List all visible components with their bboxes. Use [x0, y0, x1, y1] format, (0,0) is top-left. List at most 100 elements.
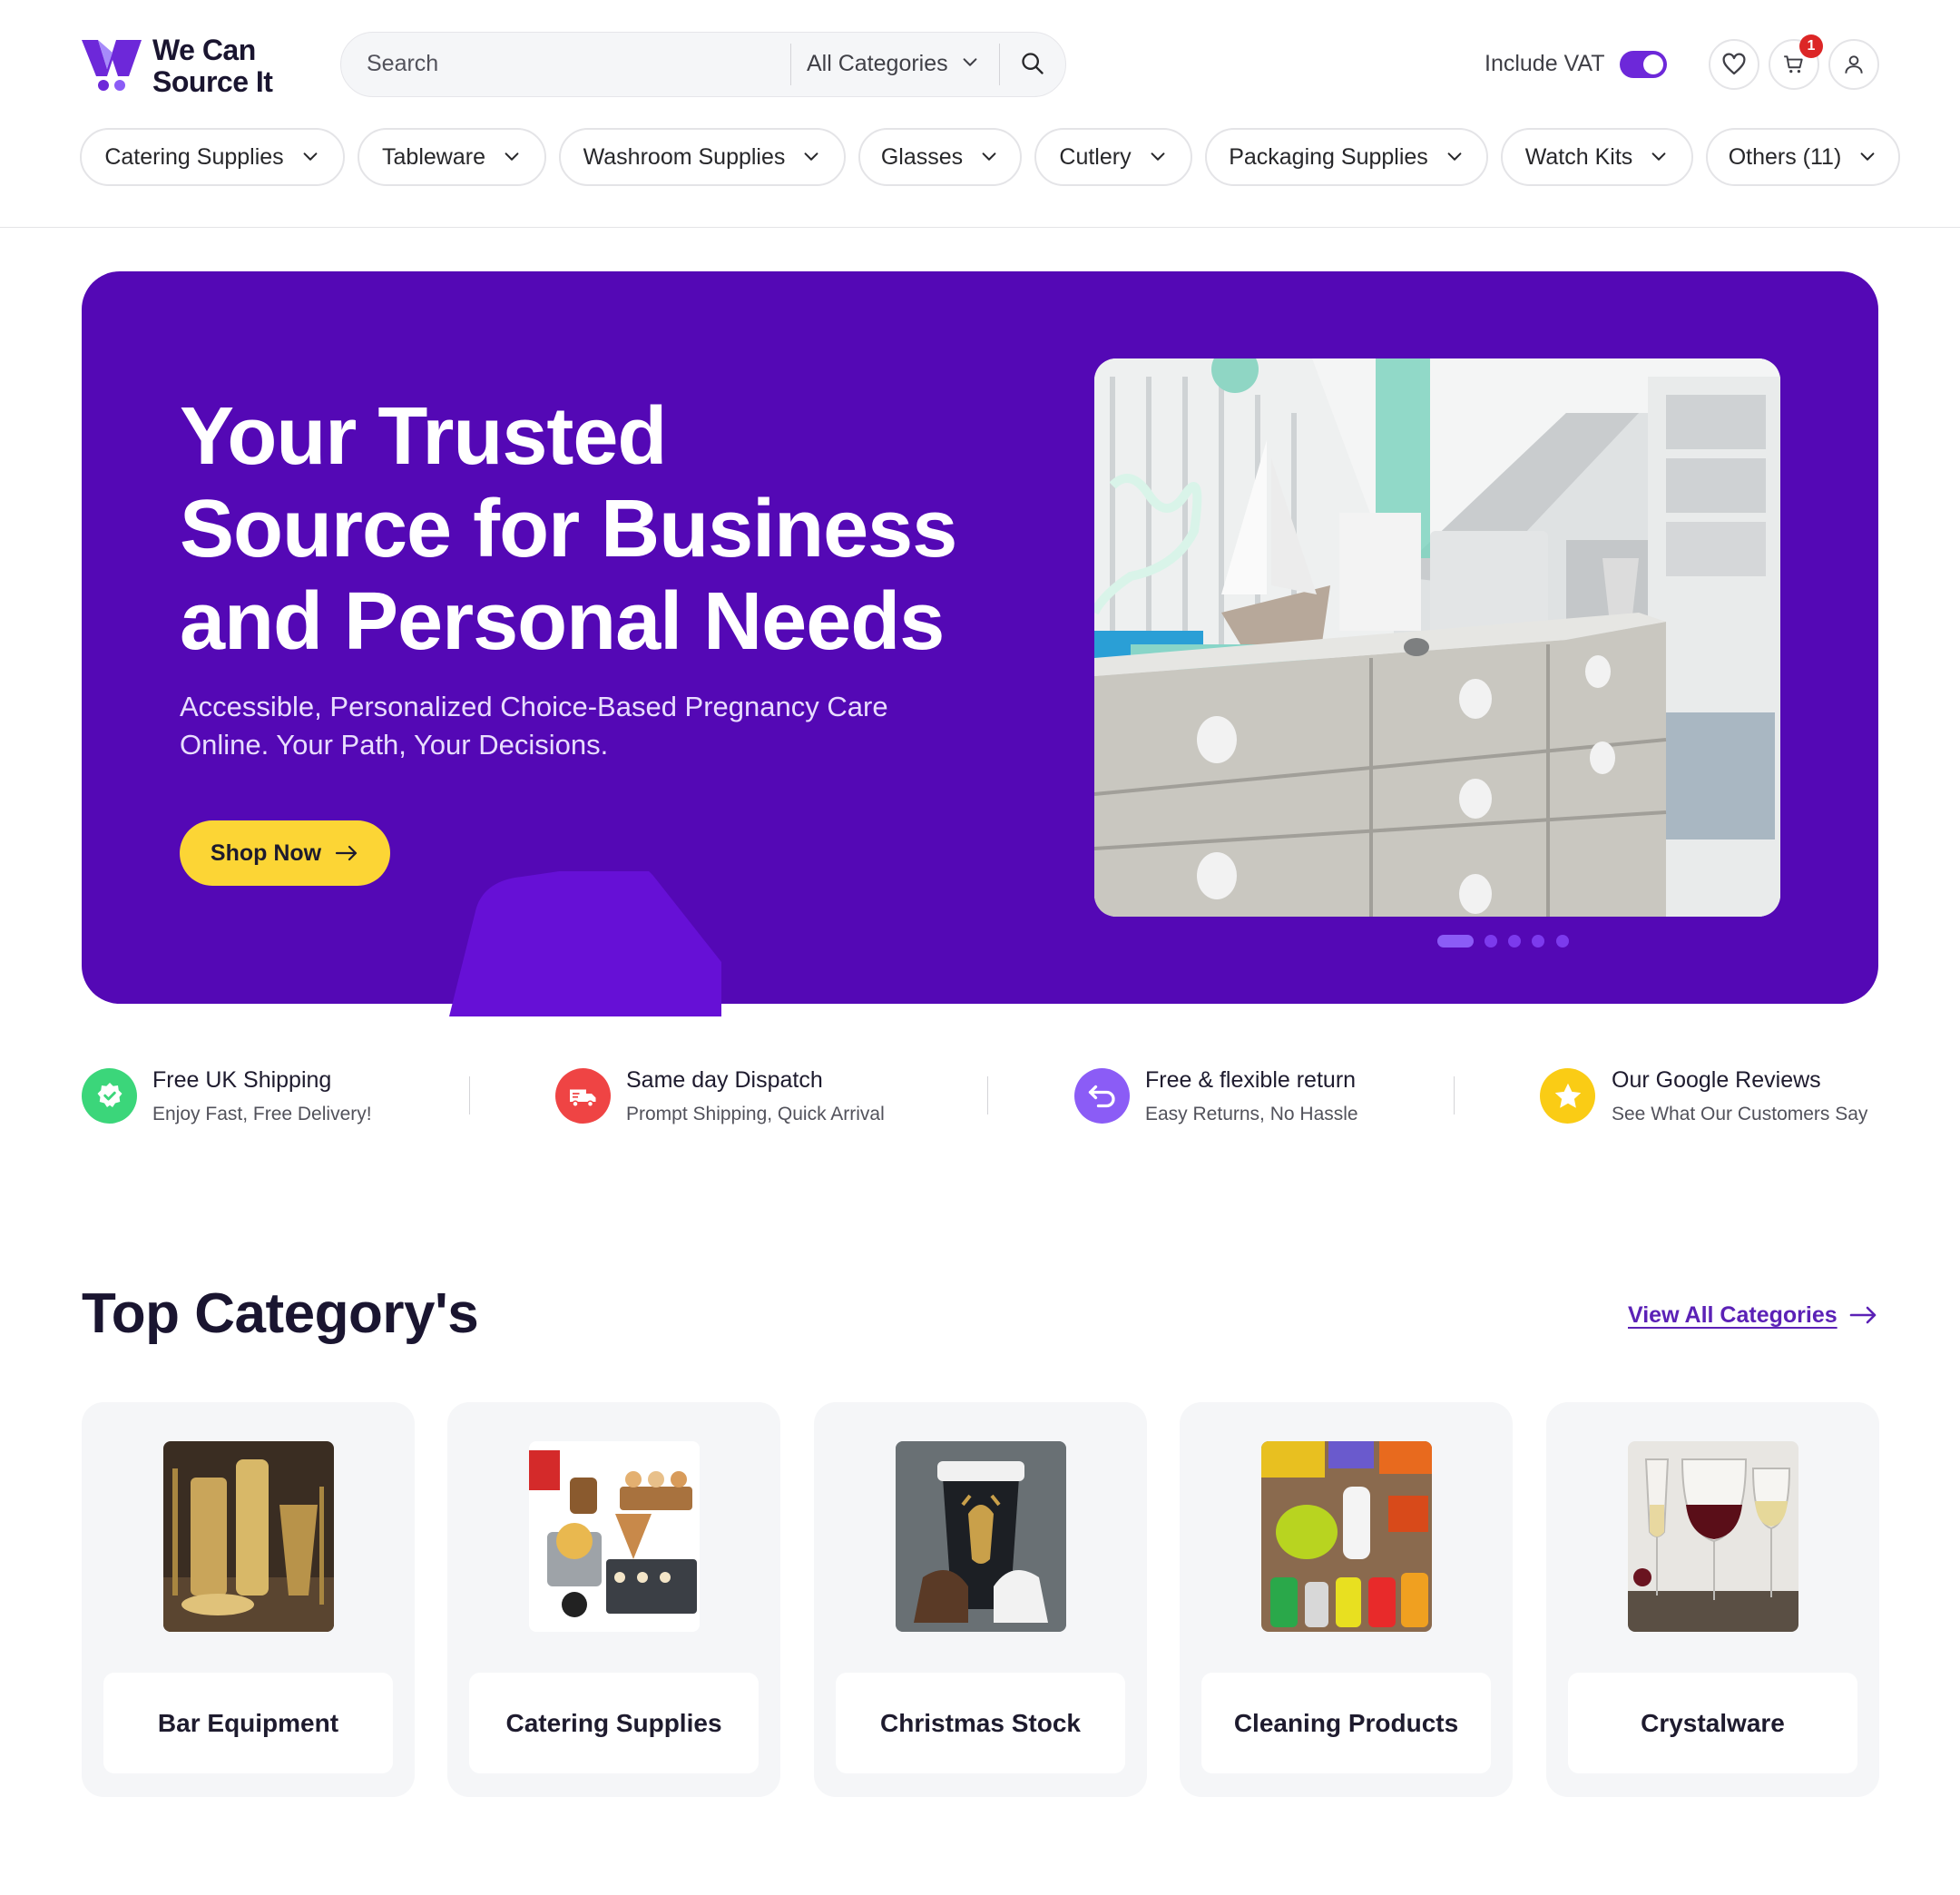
christmas-cup-image	[896, 1441, 1066, 1632]
feature-divider	[1454, 1076, 1455, 1114]
category-image	[896, 1441, 1066, 1632]
carousel-dot-active[interactable]	[1437, 935, 1474, 948]
heart-icon	[1722, 53, 1746, 75]
feature-divider	[987, 1076, 988, 1114]
feature-divider	[469, 1076, 470, 1114]
cart-count-badge: 1	[1799, 34, 1823, 58]
feature-icon-wrap	[1540, 1068, 1595, 1124]
chevron-down-icon	[1151, 152, 1165, 161]
carousel-dot[interactable]	[1556, 935, 1569, 948]
feature-icon-wrap	[1074, 1068, 1130, 1124]
logo-line-1: We Can	[152, 34, 256, 66]
feature-subtitle: Enjoy Fast, Free Delivery!	[152, 1104, 372, 1124]
search-icon	[1022, 53, 1044, 74]
feature-icon-wrap	[555, 1068, 611, 1124]
nav-item-tableware[interactable]: Tableware	[358, 128, 546, 186]
category-label: Crystalware	[1568, 1673, 1857, 1773]
storage-room-image	[1094, 358, 1780, 917]
chevron-down-icon	[1447, 152, 1462, 161]
nav-item-others[interactable]: Others (11)	[1706, 128, 1900, 186]
category-label: Catering Supplies	[469, 1673, 759, 1773]
hero-subtitle: Accessible, Personalized Choice-Based Pr…	[180, 688, 960, 764]
category-image	[1261, 1441, 1432, 1632]
feature-subtitle: See What Our Customers Say	[1612, 1104, 1868, 1124]
nav-item-label: Catering Supplies	[104, 143, 284, 170]
feature-icon-wrap	[82, 1068, 137, 1124]
logo-mark-icon	[82, 40, 142, 91]
return-icon	[1088, 1085, 1115, 1107]
search-bar	[340, 32, 1066, 97]
search-divider	[790, 44, 791, 85]
nav-item-label: Packaging Supplies	[1229, 143, 1428, 170]
arrow-right-icon	[336, 845, 358, 861]
feature-title: Same day Dispatch	[626, 1067, 823, 1093]
nav-item-glasses[interactable]: Glasses	[858, 128, 1022, 186]
section-title: Top Category's	[82, 1282, 479, 1345]
arrow-right-icon[interactable]	[1847, 1301, 1878, 1329]
nav-item-cutlery[interactable]: Cutlery	[1034, 128, 1192, 186]
logo-line-2: Source It	[152, 65, 273, 98]
catering-image	[529, 1441, 700, 1632]
truck-icon	[569, 1089, 595, 1107]
nav-item-watch-kits[interactable]: Watch Kits	[1501, 128, 1693, 186]
chevron-down-icon	[505, 152, 519, 161]
vat-toggle-knob	[1643, 54, 1663, 74]
hero-title-line: Source for Business	[180, 484, 957, 574]
shop-now-button[interactable]: Shop Now	[180, 820, 390, 886]
nav-item-washroom-supplies[interactable]: Washroom Supplies	[559, 128, 846, 186]
wishlist-button[interactable]	[1709, 39, 1759, 90]
search-input[interactable]: Search	[367, 51, 438, 77]
hero-decor-shape	[449, 871, 721, 1016]
chevron-down-icon[interactable]	[960, 53, 980, 73]
category-image	[163, 1441, 334, 1632]
cleaning-products-image	[1261, 1441, 1432, 1632]
feature-subtitle: Prompt Shipping, Quick Arrival	[626, 1104, 885, 1124]
nav-item-label: Washroom Supplies	[583, 143, 786, 170]
user-icon	[1845, 55, 1863, 74]
nav-item-label: Others (11)	[1728, 143, 1842, 170]
feature-title: Free UK Shipping	[152, 1067, 332, 1093]
header-divider	[0, 227, 1960, 228]
badge-check-icon	[97, 1082, 122, 1107]
category-label: Christmas Stock	[836, 1673, 1125, 1773]
logo-wordmark[interactable]: We Can Source It	[152, 34, 273, 98]
category-label: Cleaning Products	[1201, 1673, 1491, 1773]
vat-toggle-label: Include VAT	[1485, 51, 1605, 76]
nav-item-packaging-supplies[interactable]: Packaging Supplies	[1205, 128, 1488, 186]
category-image	[1628, 1441, 1798, 1632]
nav-item-label: Glasses	[880, 143, 964, 170]
hero-image	[1094, 358, 1780, 917]
search-divider	[999, 44, 1000, 85]
account-button[interactable]	[1828, 39, 1879, 90]
chevron-down-icon	[982, 152, 996, 161]
feature-title: Free & flexible return	[1145, 1067, 1357, 1093]
nav-item-label: Watch Kits	[1524, 143, 1633, 170]
view-all-categories-link[interactable]: View All Categories	[1628, 1302, 1838, 1329]
shop-now-label: Shop Now	[210, 839, 322, 866]
nav-item-label: Cutlery	[1059, 143, 1132, 170]
search-button[interactable]	[1009, 40, 1056, 87]
nav-item-label: Tableware	[382, 143, 485, 170]
hero-title-line: and Personal Needs	[180, 576, 945, 667]
carousel-dot[interactable]	[1532, 935, 1544, 948]
chevron-down-icon	[303, 152, 318, 161]
feature-title: Our Google Reviews	[1612, 1067, 1821, 1093]
nav-item-catering-supplies[interactable]: Catering Supplies	[80, 128, 345, 186]
star-icon	[1554, 1083, 1581, 1108]
carousel-dot[interactable]	[1508, 935, 1521, 948]
bar-tools-image	[163, 1441, 334, 1632]
cart-icon	[1784, 55, 1803, 74]
hero-subtitle-line: Online. Your Path, Your Decisions.	[180, 729, 609, 761]
search-category-select[interactable]: All Categories	[807, 51, 948, 77]
category-label: Bar Equipment	[103, 1673, 393, 1773]
category-image	[529, 1441, 700, 1632]
hero-subtitle-line: Accessible, Personalized Choice-Based Pr…	[180, 691, 888, 722]
feature-subtitle: Easy Returns, No Hassle	[1145, 1104, 1358, 1124]
carousel-dot[interactable]	[1485, 935, 1497, 948]
hero-title: Your Trusted Source for Business and Per…	[180, 390, 1042, 668]
hero-title-line: Your Trusted	[180, 391, 667, 482]
chevron-down-icon	[804, 152, 818, 161]
wine-glasses-image	[1628, 1441, 1798, 1632]
chevron-down-icon	[1860, 152, 1875, 161]
chevron-down-icon	[1651, 152, 1666, 161]
